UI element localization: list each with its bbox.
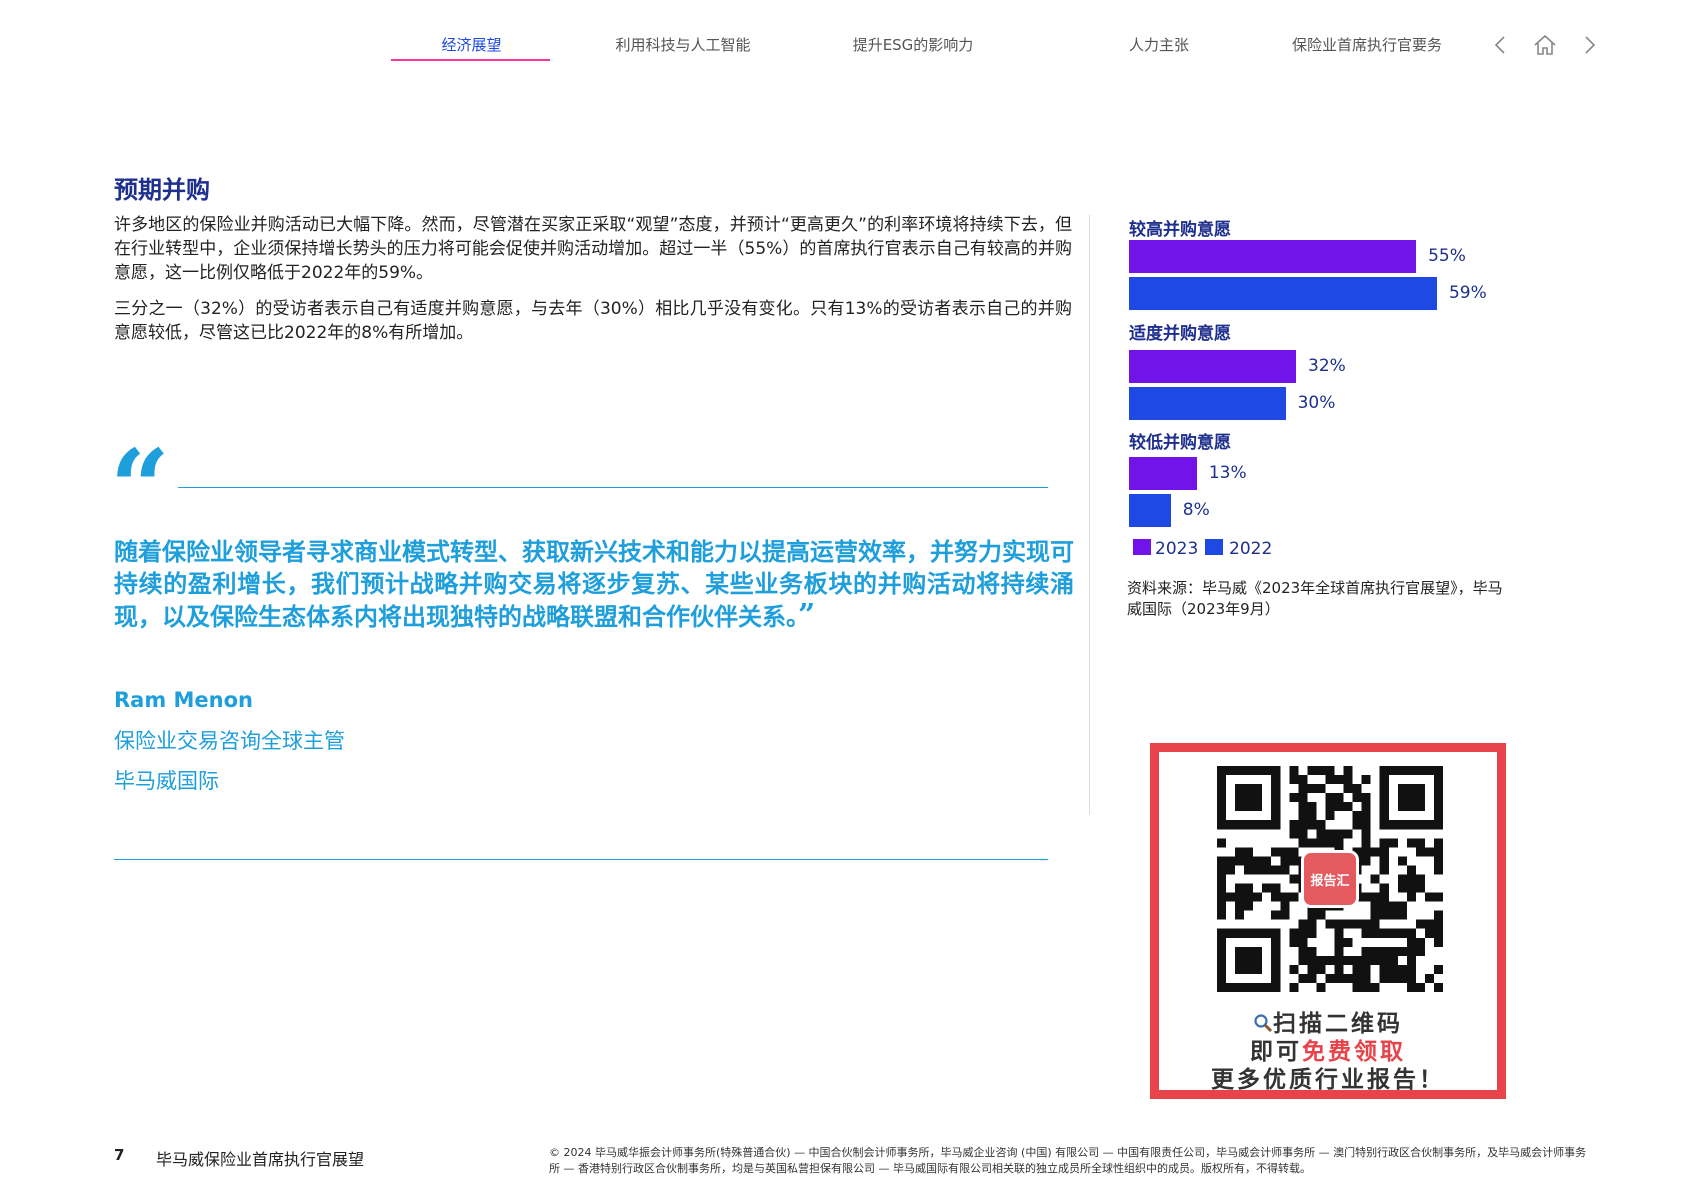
quote-author-org: 毕马威国际 (114, 769, 219, 793)
open-quote-mark: “ (110, 436, 170, 506)
tab-ceo-agenda[interactable]: 保险业首席执行官要务 (1278, 34, 1456, 58)
bar-2022-2 (1129, 387, 1286, 420)
chart-category-low: 较低并购意愿 (1129, 433, 1231, 453)
bar-label-2023-2: 32% (1308, 356, 1346, 376)
pull-quote-text: 随着保险业领导者寻求商业模式转型、获取新兴技术和能力以提高运营效率，并努力实现可… (114, 538, 1074, 631)
chevron-right-icon[interactable] (1576, 32, 1602, 58)
active-tab-indicator (391, 59, 550, 61)
bar-label-2022-1: 59% (1448, 283, 1487, 303)
section-divider (114, 859, 1048, 860)
bar-label-2022-3: 8% (1182, 500, 1210, 520)
section-heading: 预期并购 (114, 176, 210, 204)
magnifier-icon (1253, 1013, 1273, 1033)
qr-center-logo: 报告汇 (1301, 850, 1359, 908)
legend-label-2023: 2023 (1155, 539, 1199, 559)
bar-label-2023-1: 55% (1428, 246, 1466, 266)
body-paragraph-2: 三分之一（32%）的受访者表示自己有适度并购意愿，与去年（30%）相比几乎没有变… (114, 299, 1072, 343)
bar-label-2022-2: 30% (1297, 393, 1336, 413)
legend-swatch-2023 (1133, 539, 1151, 555)
chart-source: 资料来源：毕马威《2023年全球首席执行官展望》，毕马威国际（2023年9月） (1127, 579, 1503, 618)
bar-2022-1 (1129, 277, 1437, 310)
tab-economic-outlook[interactable]: 经济展望 (414, 34, 529, 58)
qr-caption-line-3: 更多优质行业报告！ (1211, 1067, 1445, 1093)
quote-divider (178, 487, 1048, 488)
chevron-left-icon[interactable] (1488, 32, 1514, 58)
tab-esg[interactable]: 提升ESG的影响力 (833, 34, 993, 58)
column-divider (1089, 215, 1090, 815)
bar-label-2023-3: 13% (1208, 463, 1247, 483)
tab-talent[interactable]: 人力主张 (1113, 34, 1205, 58)
chart-category-high: 较高并购意愿 (1129, 220, 1231, 240)
legend-label-2022: 2022 (1229, 539, 1273, 559)
quote-author-name: Ram Menon (114, 688, 254, 712)
tab-tech-ai[interactable]: 利用科技与人工智能 (591, 34, 775, 58)
bar-2023-1 (1129, 240, 1417, 273)
close-quote-mark: ” (798, 598, 816, 633)
bar-2023-2 (1129, 350, 1297, 383)
body-paragraph-1: 许多地区的保险业并购活动已大幅下降。然而，尽管潜在买家正采取“观望”态度，并预计… (114, 215, 1072, 283)
copyright-notice: © 2024 毕马威华振会计师事务所(特殊普通合伙) — 中国合伙制会计师事务所… (549, 1146, 1587, 1175)
chart-category-moderate: 适度并购意愿 (1129, 324, 1231, 344)
bar-2022-3 (1129, 494, 1171, 527)
home-icon[interactable] (1532, 32, 1558, 58)
pull-quote: 随着保险业领导者寻求商业模式转型、获取新兴技术和能力以提高运营效率，并努力实现可… (114, 536, 1074, 633)
quote-author-title: 保险业交易咨询全球主管 (114, 729, 345, 753)
page-number: 7 (114, 1146, 125, 1164)
bar-2023-3 (1129, 457, 1197, 490)
legend-swatch-2022 (1205, 539, 1223, 555)
footer-title: 毕马威保险业首席执行官展望 (156, 1150, 365, 1169)
